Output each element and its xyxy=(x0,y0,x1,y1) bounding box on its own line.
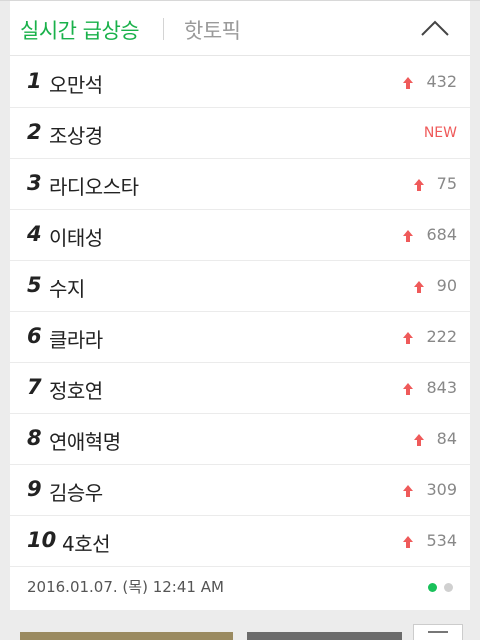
menu-button[interactable] xyxy=(413,624,463,640)
tab-hot-topic[interactable]: 핫토픽 xyxy=(184,15,241,45)
rank-change-value: 309 xyxy=(426,480,457,499)
rank-number: 9 xyxy=(27,477,42,501)
rank-number: 1 xyxy=(27,69,42,93)
ranking-keyword[interactable]: 클라라 xyxy=(49,324,103,353)
ranking-keyword[interactable]: 4호선 xyxy=(62,528,111,557)
ranking-keyword[interactable]: 이태성 xyxy=(49,222,103,251)
ranking-keyword[interactable]: 연애혁명 xyxy=(49,426,121,455)
ranking-row[interactable]: 9 김승우 309 xyxy=(10,465,470,516)
next-section-peek xyxy=(0,610,480,640)
ranking-keyword[interactable]: 김승우 xyxy=(49,477,103,506)
rank-number: 5 xyxy=(27,273,42,297)
panel-frame-left xyxy=(0,1,10,611)
ranking-row[interactable]: 5 수지 90 xyxy=(10,261,470,312)
ranking-row[interactable]: 8 연애혁명 84 xyxy=(10,414,470,465)
rank-change-value: 432 xyxy=(426,72,457,91)
rank-number: 10 xyxy=(27,528,57,552)
ranking-row[interactable]: 3 라디오스타 75 xyxy=(10,159,470,210)
tab-realtime-rising[interactable]: 실시간 급상승 xyxy=(20,15,140,45)
rank-change-value: 75 xyxy=(436,174,457,193)
new-badge: NEW xyxy=(423,125,457,141)
panel-inner: 실시간 급상승 핫토픽 1 오만석 432 2 조상경 NEW 3 라디오스타 75 4 이태성 68… xyxy=(10,1,470,611)
ranking-keyword[interactable]: 조상경 xyxy=(49,120,103,149)
update-timestamp: 2016.01.07. (목) 12:41 AM xyxy=(27,578,224,596)
thumbnail-image[interactable] xyxy=(247,632,402,640)
panel-frame-right xyxy=(470,1,480,611)
arrow-up-icon xyxy=(413,281,424,293)
ranking-keyword[interactable]: 정호연 xyxy=(49,375,103,404)
rank-number: 8 xyxy=(27,426,42,450)
rank-change-value: 90 xyxy=(436,276,457,295)
thumbnail-image[interactable] xyxy=(20,632,233,640)
rank-number: 3 xyxy=(27,171,42,195)
ranking-row[interactable]: 10 4호선 534 xyxy=(10,516,470,567)
rank-change-value: 843 xyxy=(426,378,457,397)
ranking-row[interactable]: 6 클라라 222 xyxy=(10,312,470,363)
rank-change-value: 84 xyxy=(436,429,457,448)
ranking-row[interactable]: 4 이태성 684 xyxy=(10,210,470,261)
ranking-row[interactable]: 7 정호연 843 xyxy=(10,363,470,414)
rank-change-value: 534 xyxy=(426,531,457,550)
rank-number: 7 xyxy=(27,375,42,399)
collapse-button[interactable] xyxy=(420,17,450,39)
arrow-up-icon xyxy=(413,434,424,446)
arrow-up-icon xyxy=(403,77,414,89)
ranking-keyword[interactable]: 수지 xyxy=(49,273,85,302)
tab-divider xyxy=(163,18,164,40)
rank-number: 4 xyxy=(27,222,42,246)
menu-icon xyxy=(428,631,448,633)
arrow-up-icon xyxy=(403,536,414,548)
page-indicator-dot-active[interactable] xyxy=(428,583,437,592)
rank-change-value: 222 xyxy=(426,327,457,346)
rank-change-value: 684 xyxy=(426,225,457,244)
panel-footer: 2016.01.07. (목) 12:41 AM xyxy=(10,563,470,611)
page-indicator-dot[interactable] xyxy=(444,583,453,592)
ranking-list: 1 오만석 432 2 조상경 NEW 3 라디오스타 75 4 이태성 684 5 수지 90 6 클라라 22… xyxy=(10,57,470,567)
ranking-row[interactable]: 1 오만석 432 xyxy=(10,57,470,108)
arrow-up-icon xyxy=(403,230,414,242)
chevron-up-icon xyxy=(421,20,449,36)
realtime-ranking-panel: 실시간 급상승 핫토픽 1 오만석 432 2 조상경 NEW 3 라디오스타 75 4 이태성 68… xyxy=(0,0,480,611)
ranking-row[interactable]: 2 조상경 NEW xyxy=(10,108,470,159)
arrow-up-icon xyxy=(403,485,414,497)
rank-number: 6 xyxy=(27,324,42,348)
arrow-up-icon xyxy=(403,383,414,395)
arrow-up-icon xyxy=(403,332,414,344)
arrow-up-icon xyxy=(413,179,424,191)
ranking-keyword[interactable]: 오만석 xyxy=(49,69,103,98)
ranking-keyword[interactable]: 라디오스타 xyxy=(49,171,139,200)
rank-number: 2 xyxy=(27,120,42,144)
panel-header: 실시간 급상승 핫토픽 xyxy=(10,1,470,56)
